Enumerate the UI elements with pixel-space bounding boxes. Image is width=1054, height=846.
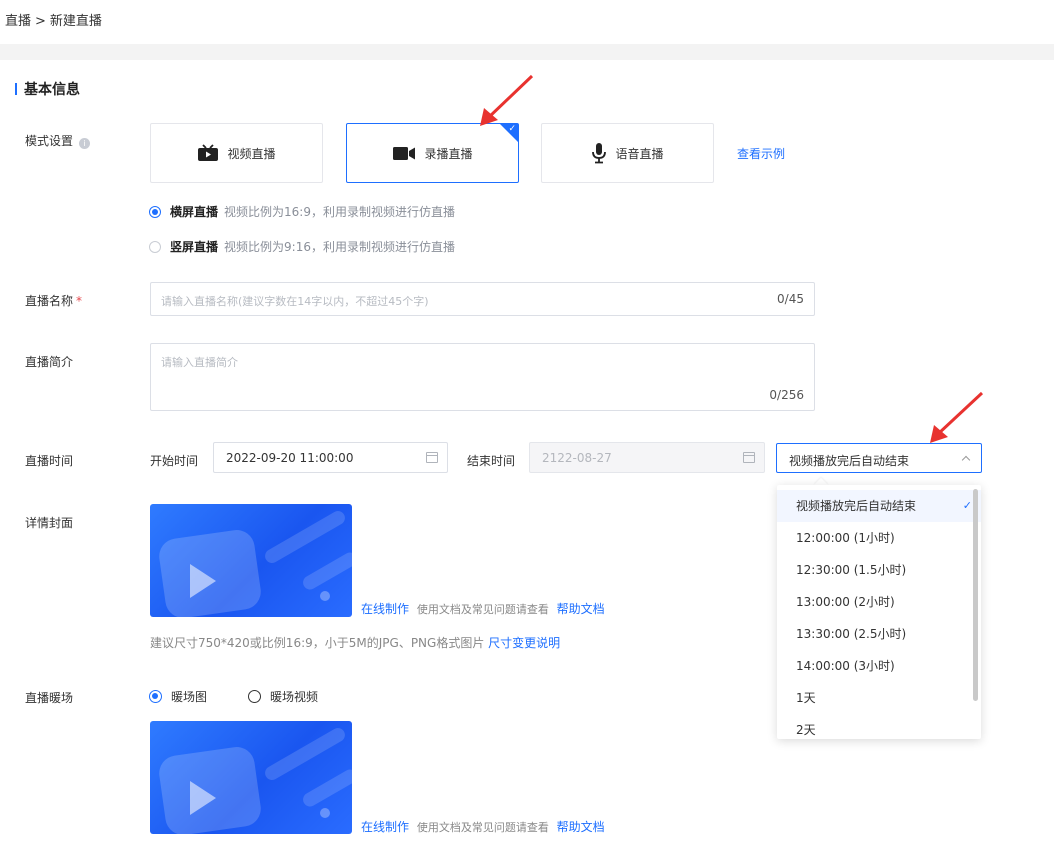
make-online-link[interactable]: 在线制作 — [361, 602, 409, 616]
warmup-option-label: 暖场视频 — [270, 690, 319, 704]
orientation-label: 竖屏直播 — [170, 240, 219, 254]
orientation-label: 横屏直播 — [170, 205, 219, 219]
radio-warmup-video[interactable] — [248, 690, 261, 703]
mode-card-label: 视频直播 — [227, 146, 276, 161]
dropdown-scrollbar[interactable] — [973, 489, 978, 701]
doc-hint: 使用文档及常见问题请查看 — [416, 603, 549, 616]
help-doc-link[interactable]: 帮助文档 — [557, 820, 605, 834]
warmup-video-option[interactable]: 暖场视频 — [248, 688, 318, 705]
radio-warmup-image[interactable] — [149, 690, 162, 703]
annotation-arrow-icon — [930, 391, 984, 443]
cover-links: 在线制作 使用文档及常见问题请查看 帮助文档 — [361, 600, 605, 617]
mode-label-text: 模式设置 — [25, 134, 74, 148]
cover-size-hint: 建议尺寸750*420或比例16:9，小于5M的JPG、PNG格式图片 尺寸变更… — [150, 634, 560, 651]
dropdown-option[interactable]: 13:00:00 (2小时) — [777, 586, 981, 618]
radio-landscape[interactable] — [149, 205, 161, 218]
size-hint-text: 建议尺寸750*420或比例16:9，小于5M的JPG、PNG格式图片 — [150, 636, 485, 650]
breadcrumb: 直播 > 新建直播 — [5, 10, 102, 29]
orientation-hint: 视频比例为9:16，利用录制视频进行仿直播 — [224, 240, 455, 254]
option-label: 视频播放完后自动结束 — [796, 499, 917, 513]
name-label: 直播名称 * — [25, 292, 82, 309]
dropdown-option[interactable]: 12:00:00 (1小时) — [777, 522, 981, 554]
mode-card-audio-live[interactable]: 语音直播 — [541, 123, 714, 183]
live-intro-counter: 0/256 — [769, 388, 804, 402]
live-name-input[interactable]: 请输入直播名称(建议字数在14字以内，不超过45个字) 0/45 — [150, 282, 815, 316]
end-time-picker: 2122-08-27 — [529, 442, 765, 473]
mode-card-label: 录播直播 — [424, 146, 473, 161]
tv-icon — [197, 144, 219, 162]
annotation-arrow-icon — [480, 74, 534, 126]
microphone-icon — [591, 142, 607, 164]
breadcrumb-current: 新建直播 — [49, 14, 102, 29]
header-divider — [0, 44, 1054, 60]
calendar-icon — [743, 452, 755, 463]
warmup-label: 直播暖场 — [25, 691, 74, 705]
start-time-label: 开始时间 — [150, 454, 199, 468]
end-time-label: 结束时间 — [467, 454, 516, 468]
live-intro-placeholder: 请输入直播简介 — [161, 356, 238, 369]
section-marker — [15, 83, 17, 95]
warmup-links: 在线制作 使用文档及常见问题请查看 帮助文档 — [361, 818, 605, 835]
dropdown-option[interactable]: 1天 — [777, 682, 981, 714]
live-name-counter: 0/45 — [777, 292, 804, 306]
cover-image[interactable] — [150, 504, 352, 617]
cover-label: 详情封面 — [25, 516, 74, 530]
view-example-link[interactable]: 查看示例 — [737, 145, 785, 162]
end-time-value: 2122-08-27 — [542, 451, 612, 465]
breadcrumb-separator: > — [35, 14, 46, 29]
info-icon[interactable]: i — [79, 138, 91, 149]
time-label: 直播时间 — [25, 454, 74, 468]
check-icon: ✓ — [962, 499, 972, 512]
end-mode-value: 视频播放完后自动结束 — [789, 454, 910, 468]
video-camera-icon — [392, 145, 416, 161]
doc-hint: 使用文档及常见问题请查看 — [416, 821, 549, 834]
end-mode-dropdown: 视频播放完后自动结束 ✓ 12:00:00 (1小时) 12:30:00 (1.… — [777, 485, 981, 739]
help-doc-link[interactable]: 帮助文档 — [557, 602, 605, 616]
warmup-option-label: 暖场图 — [171, 690, 208, 704]
required-mark: * — [76, 294, 83, 308]
orientation-hint: 视频比例为16:9，利用录制视频进行仿直播 — [224, 205, 455, 219]
dropdown-option-selected[interactable]: 视频播放完后自动结束 ✓ — [777, 490, 981, 522]
mode-card-video-live[interactable]: 视频直播 — [150, 123, 323, 183]
breadcrumb-parent[interactable]: 直播 — [5, 14, 31, 29]
dropdown-option[interactable]: 12:30:00 (1.5小时) — [777, 554, 981, 586]
orientation-portrait[interactable]: 竖屏直播 视频比例为9:16，利用录制视频进行仿直播 — [149, 238, 455, 255]
mode-card-recorded-live[interactable]: 录播直播 ✓ — [346, 123, 519, 183]
play-icon — [190, 564, 216, 598]
orientation-landscape[interactable]: 横屏直播 视频比例为16:9，利用录制视频进行仿直播 — [149, 203, 455, 220]
make-online-link[interactable]: 在线制作 — [361, 820, 409, 834]
calendar-icon — [426, 452, 438, 463]
radio-portrait[interactable] — [149, 240, 161, 253]
dropdown-option[interactable]: 13:30:00 (2.5小时) — [777, 618, 981, 650]
dropdown-option[interactable]: 2天 — [777, 714, 981, 739]
size-change-link[interactable]: 尺寸变更说明 — [488, 636, 560, 650]
mode-card-label: 语音直播 — [615, 146, 664, 161]
section-title: 基本信息 — [24, 82, 80, 98]
live-intro-textarea[interactable]: 请输入直播简介 0/256 — [150, 343, 815, 411]
warmup-image[interactable] — [150, 721, 352, 834]
chevron-up-icon — [961, 455, 971, 465]
start-time-picker[interactable]: 2022-09-20 11:00:00 — [213, 442, 448, 473]
mode-label: 模式设置 i — [25, 132, 91, 149]
live-name-placeholder: 请输入直播名称(建议字数在14字以内，不超过45个字) — [161, 295, 429, 308]
warmup-image-option[interactable]: 暖场图 — [149, 688, 207, 705]
dropdown-option[interactable]: 14:00:00 (3小时) — [777, 650, 981, 682]
intro-label: 直播简介 — [25, 355, 74, 369]
start-time-value: 2022-09-20 11:00:00 — [226, 451, 354, 465]
play-icon — [190, 781, 216, 815]
name-label-text: 直播名称 — [25, 294, 74, 308]
